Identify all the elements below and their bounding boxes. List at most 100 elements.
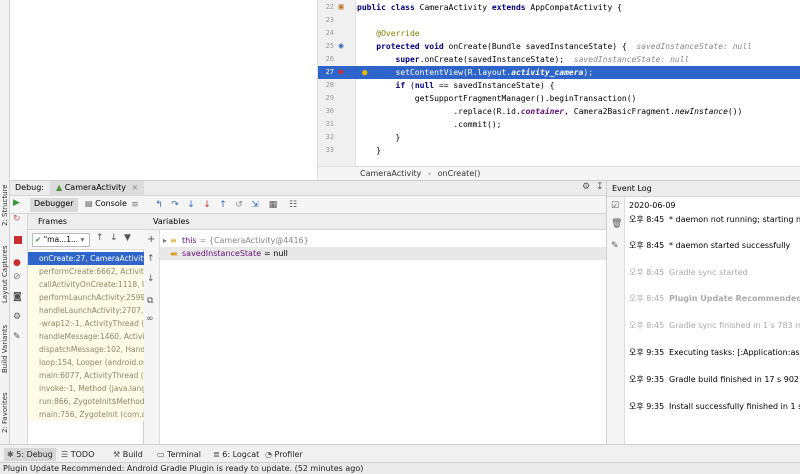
- line-number[interactable]: 30: [318, 105, 334, 118]
- line-number[interactable]: 23: [318, 14, 334, 27]
- code-line[interactable]: 23: [318, 14, 800, 27]
- pin-icon[interactable]: ✎: [13, 332, 21, 342]
- override-icon[interactable]: ◉: [336, 41, 346, 51]
- evaluate-expression-icon[interactable]: ▦: [266, 198, 280, 212]
- frame-row[interactable]: loop:154, Looper (android.os): [28, 356, 144, 369]
- frame-row[interactable]: main:6077, ActivityThread (an: [28, 369, 144, 382]
- class-icon[interactable]: ▣: [336, 2, 346, 12]
- mute-breakpoints-icon[interactable]: ⊘: [13, 272, 21, 282]
- line-number[interactable]: 24: [318, 27, 334, 40]
- frame-row[interactable]: -wrap12:-1, ActivityThread (an: [28, 317, 144, 330]
- run-to-cursor-icon[interactable]: ⇲: [248, 198, 262, 212]
- line-number[interactable]: 32: [318, 131, 334, 144]
- event-log-entry[interactable]: 오후 8:45 * daemon started successfully: [629, 240, 800, 252]
- step-into-icon[interactable]: ↓: [184, 198, 198, 212]
- breadcrumb-method[interactable]: onCreate(): [438, 169, 481, 178]
- event-log-entry[interactable]: 오후 8:45 * daemon not running; starting no…: [629, 214, 800, 226]
- bottom-tab[interactable]: ☰ TODO: [58, 448, 97, 461]
- wrench-icon[interactable]: ✎: [611, 241, 619, 251]
- code-line[interactable]: 31 .commit();: [318, 118, 800, 131]
- frame-row[interactable]: handleMessage:1460, ActivityT: [28, 330, 144, 343]
- code-line[interactable]: 30 .replace(R.id.container, Camera2Basic…: [318, 105, 800, 118]
- camera-icon[interactable]: ◙: [13, 292, 22, 302]
- mark-read-icon[interactable]: ☑: [611, 201, 619, 211]
- code-line[interactable]: 28 if (null == savedInstanceState) {: [318, 79, 800, 92]
- bottom-tab[interactable]: ◔ Profiler: [262, 448, 306, 461]
- status-message[interactable]: Plugin Update Recommended: Android Gradl…: [3, 464, 363, 473]
- frame-row[interactable]: dispatchMessage:102, Handler: [28, 343, 144, 356]
- add-watch-icon[interactable]: +: [147, 234, 155, 245]
- restore-layout-icon[interactable]: ☷: [286, 198, 300, 212]
- frame-row[interactable]: handleLaunchActivity:2707, Ac: [28, 304, 144, 317]
- line-number[interactable]: 22: [318, 1, 334, 14]
- event-log-entry[interactable]: 오후 8:45 Gradle sync finished in 1 s 783 m…: [629, 320, 800, 332]
- code-line[interactable]: 32 }: [318, 131, 800, 144]
- bottom-tab[interactable]: ≣ 6: Logcat: [210, 448, 262, 461]
- step-out-icon[interactable]: ↑: [216, 198, 230, 212]
- bottom-tab[interactable]: ⚒ Build: [110, 448, 146, 461]
- code-line[interactable]: 27 setContentView(R.layout.activity_came…: [318, 66, 800, 79]
- frame-row[interactable]: performCreate:6662, Activity (a: [28, 265, 144, 278]
- debug-config-tab[interactable]: ▲ CameraActivity ×: [50, 181, 145, 196]
- filter-icon[interactable]: ▼: [124, 233, 131, 243]
- event-log-entry[interactable]: 오후 9:35 Install successfully finished in …: [629, 401, 800, 413]
- line-number[interactable]: 26: [318, 53, 334, 66]
- line-number[interactable]: 25: [318, 40, 334, 53]
- bottom-tab[interactable]: ✱ 5: Debug: [4, 448, 56, 461]
- line-number[interactable]: 27: [318, 66, 334, 79]
- stop-icon[interactable]: [14, 236, 22, 244]
- drop-frame-icon[interactable]: ↺: [232, 198, 246, 212]
- bottom-tab[interactable]: ▭ Terminal: [154, 448, 204, 461]
- layout-captures-tab[interactable]: Layout Captures: [0, 238, 10, 310]
- event-log-entry[interactable]: 오후 9:35 Executing tasks: [:Application:as…: [629, 347, 800, 359]
- event-log-entry[interactable]: 오후 9:35 Gradle build finished in 17 s 902…: [629, 374, 800, 386]
- thread-selector[interactable]: ✔ "ma...1... ▾: [32, 233, 90, 247]
- resume-icon[interactable]: ▶: [13, 198, 20, 208]
- expand-icon[interactable]: ▸: [160, 234, 170, 247]
- code-line[interactable]: 25 protected void onCreate(Bundle savedI…: [318, 40, 800, 53]
- frame-row[interactable]: invoke:-1, Method (java.lang.r: [28, 382, 144, 395]
- frame-row[interactable]: onCreate:27, CameraActivity (c: [28, 252, 144, 265]
- step-over-icon[interactable]: ↷: [168, 198, 182, 212]
- glasses-icon[interactable]: ∞: [146, 314, 154, 324]
- code-line[interactable]: 24 @Override: [318, 27, 800, 40]
- gear-icon[interactable]: ⚙: [582, 182, 590, 192]
- build-variants-tab[interactable]: Build Variants: [0, 318, 10, 380]
- frame-row[interactable]: callActivityOnCreate:1118, Inst: [28, 278, 144, 291]
- line-number[interactable]: 28: [318, 79, 334, 92]
- code-line[interactable]: 33 }: [318, 144, 800, 157]
- breakpoint-icon[interactable]: ●: [336, 67, 346, 77]
- variable-row[interactable]: ▬ savedInstanceState = null: [160, 247, 606, 260]
- line-number[interactable]: 31: [318, 118, 334, 131]
- frame-row[interactable]: main:756, ZygoteInit (com.and: [28, 408, 144, 421]
- arrow-up-icon[interactable]: ↑: [147, 254, 155, 264]
- line-number[interactable]: 29: [318, 92, 334, 105]
- code-line[interactable]: 29 getSupportFragmentManager().beginTran…: [318, 92, 800, 105]
- trash-icon[interactable]: 🗑: [611, 219, 622, 229]
- event-log-entry[interactable]: 오후 8:45 Gradle sync started: [629, 267, 800, 279]
- favorites-tab[interactable]: 2: Favorites: [0, 385, 10, 440]
- view-breakpoints-icon[interactable]: ●: [13, 258, 21, 268]
- arrow-up-icon[interactable]: ↑: [96, 233, 104, 243]
- settings-icon[interactable]: ⚙: [13, 312, 21, 322]
- rerun-icon[interactable]: ↻: [13, 214, 21, 224]
- structure-tab[interactable]: 2: Structure: [0, 180, 10, 230]
- breadcrumb-class[interactable]: CameraActivity: [360, 169, 421, 178]
- layout-icon[interactable]: ≡: [128, 198, 142, 212]
- close-icon[interactable]: ×: [132, 183, 139, 192]
- code-line[interactable]: 26 super.onCreate(savedInstanceState); s…: [318, 53, 800, 66]
- hide-icon[interactable]: ↧: [596, 182, 604, 192]
- line-number[interactable]: 33: [318, 144, 334, 157]
- show-execution-point-icon[interactable]: ↰: [152, 198, 166, 212]
- force-step-into-icon[interactable]: ↓: [200, 198, 214, 212]
- debugger-tab[interactable]: Debugger: [30, 198, 78, 212]
- arrow-down-icon[interactable]: ↓: [147, 274, 155, 284]
- event-log-entry[interactable]: 오후 8:45 Plugin Update Recommended: Andr: [629, 293, 800, 305]
- code-line[interactable]: 22 public class CameraActivity extends Ap…: [318, 1, 800, 14]
- copy-icon[interactable]: ⧉: [147, 296, 153, 306]
- arrow-down-icon[interactable]: ↓: [110, 233, 118, 243]
- frame-row[interactable]: run:866, ZygoteInit$MethodAn: [28, 395, 144, 408]
- variable-row[interactable]: ▸ ≡ this = {CameraActivity@4416}: [160, 234, 606, 247]
- frame-row[interactable]: performLaunchActivity:2599, A: [28, 291, 144, 304]
- console-tab[interactable]: ▤ Console: [85, 199, 127, 208]
